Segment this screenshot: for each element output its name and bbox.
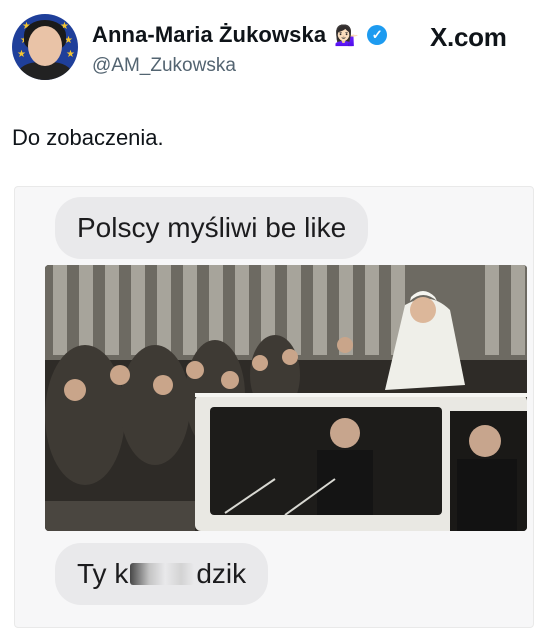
author-handle[interactable]: @AM_Zukowska: [92, 55, 236, 77]
popemobile-photo-illustration: [45, 265, 527, 531]
watermark-text: X.com: [430, 22, 507, 52]
tweet-text: Do zobaczenia.: [12, 125, 164, 150]
x-watermark: X.com: [430, 22, 507, 53]
meme-image[interactable]: Polscy myśliwi be like Ty k dzik: [14, 186, 534, 628]
verified-badge-icon: ✓: [367, 25, 388, 45]
meme-photo: [45, 265, 527, 531]
eu-star-icon: ★: [17, 49, 26, 60]
author-name[interactable]: Anna-Maria Żukowska: [92, 22, 326, 48]
avatar-face: [28, 26, 62, 66]
meme-bottom-text-start: Ty k: [77, 558, 129, 589]
meme-bottom-text-end: dzik: [196, 558, 247, 589]
author-avatar[interactable]: ★ ★ ★ ★ ★ ★: [12, 14, 78, 80]
person-tipping-hand-emoji: 💁🏻‍♀️: [334, 24, 360, 47]
censored-word-blur: [130, 563, 195, 585]
eu-star-icon: ★: [66, 49, 75, 60]
meme-message-top: Polscy myśliwi be like: [55, 197, 369, 259]
meme-message-bottom: Ty k dzik: [55, 543, 269, 605]
author-name-row[interactable]: Anna-Maria Żukowska 💁🏻‍♀️ ✓: [92, 22, 388, 48]
